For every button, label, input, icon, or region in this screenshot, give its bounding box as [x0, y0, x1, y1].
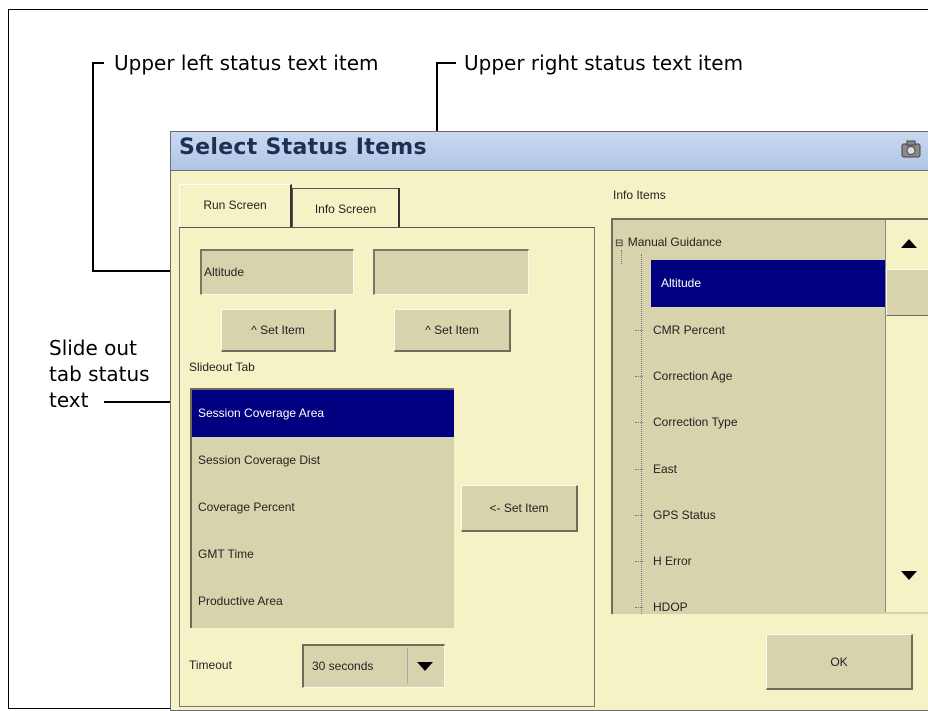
list-item[interactable]: Session Coverage Dist	[192, 437, 454, 484]
tree-connector	[641, 254, 642, 614]
tree-item[interactable]: Altitude	[651, 260, 885, 307]
tree-item-label: Correction Type	[653, 415, 738, 429]
set-upper-right-button[interactable]: ^ Set Item	[394, 309, 511, 352]
dialog-title: Select Status Items	[179, 135, 427, 160]
tree-item[interactable]: CMR Percent	[635, 307, 885, 353]
tree-connector	[635, 607, 643, 608]
callout-upper-left: Upper left status text item	[114, 51, 379, 75]
dropdown-arrow-icon[interactable]	[407, 648, 442, 684]
tree-item-label: HDOP	[653, 600, 688, 614]
tree-connector	[635, 561, 643, 562]
scroll-thumb[interactable]	[886, 269, 928, 316]
tree-item[interactable]: HDOP	[635, 584, 885, 614]
tree-item-label: Altitude	[661, 276, 702, 290]
tree-connector	[635, 515, 643, 516]
list-item[interactable]: Coverage Percent	[192, 484, 454, 531]
tree-connector	[635, 376, 643, 377]
tree-connector	[635, 469, 643, 470]
tab-run-screen[interactable]: Run Screen	[179, 184, 292, 228]
callout-slideout-line1: Slide out	[49, 336, 137, 360]
scroll-down-button[interactable]	[886, 552, 928, 598]
upper-right-status-field[interactable]	[373, 249, 529, 295]
callout-slideout-line3: text	[49, 388, 89, 412]
tree-root[interactable]: ⊟ Manual Guidance	[613, 230, 722, 254]
list-item[interactable]: GMT Time	[192, 531, 454, 578]
scroll-up-button[interactable]	[886, 220, 928, 266]
callout-upper-right: Upper right status text item	[464, 51, 744, 75]
tree-item[interactable]: GPS Status	[635, 492, 885, 538]
tree-item-label: CMR Percent	[653, 323, 726, 337]
dialog-titlebar: Select Status Items	[171, 132, 928, 171]
info-items-label: Info Items	[613, 188, 666, 202]
arrow-up-icon	[900, 238, 917, 248]
upper-left-status-field[interactable]: Altitude	[200, 249, 354, 295]
timeout-value: 30 seconds	[312, 659, 374, 673]
leader-upper-left-vertical	[92, 62, 94, 272]
set-slideout-button[interactable]: <- Set Item	[461, 485, 578, 532]
tree-item-label: Correction Age	[653, 369, 733, 383]
leader-upper-left-top	[92, 62, 104, 64]
tree-item-label: East	[653, 462, 678, 476]
collapse-icon[interactable]: ⊟	[613, 238, 623, 249]
leader-upper-right-top	[436, 62, 456, 64]
tree-item[interactable]: East	[635, 446, 885, 492]
select-status-items-dialog: Select Status Items Run Screen Info Scre…	[170, 131, 928, 711]
tree-item[interactable]: Correction Age	[635, 353, 885, 399]
callout-slideout-line2: tab status	[49, 362, 150, 386]
timeout-select[interactable]: 30 seconds	[302, 644, 445, 688]
arrow-down-icon	[900, 570, 917, 580]
slideout-tab-label: Slideout Tab	[189, 360, 255, 374]
tree-item[interactable]: Correction Type	[635, 399, 885, 445]
ok-button[interactable]: OK	[766, 634, 913, 690]
tree-connector	[621, 250, 622, 264]
list-item[interactable]: Productive Area	[192, 578, 454, 625]
tree-scrollbar[interactable]	[885, 220, 928, 612]
timeout-label: Timeout	[189, 658, 232, 672]
tree-connector	[635, 422, 643, 423]
list-item[interactable]: Session Coverage Area	[192, 390, 454, 437]
camera-icon[interactable]	[901, 140, 921, 158]
set-upper-left-button[interactable]: ^ Set Item	[221, 309, 336, 352]
tree-item-label: H Error	[653, 554, 692, 568]
tree-root-label: Manual Guidance	[627, 235, 722, 249]
info-items-tree[interactable]: ⊟ Manual Guidance Altitude CMR Percent C…	[611, 218, 928, 614]
tree-item-label: GPS Status	[653, 508, 716, 522]
tab-info-screen[interactable]: Info Screen	[292, 188, 400, 228]
tree-item[interactable]: H Error	[635, 538, 885, 584]
slideout-list[interactable]: Session Coverage Area Session Coverage D…	[190, 388, 454, 628]
tree-connector	[635, 330, 643, 331]
